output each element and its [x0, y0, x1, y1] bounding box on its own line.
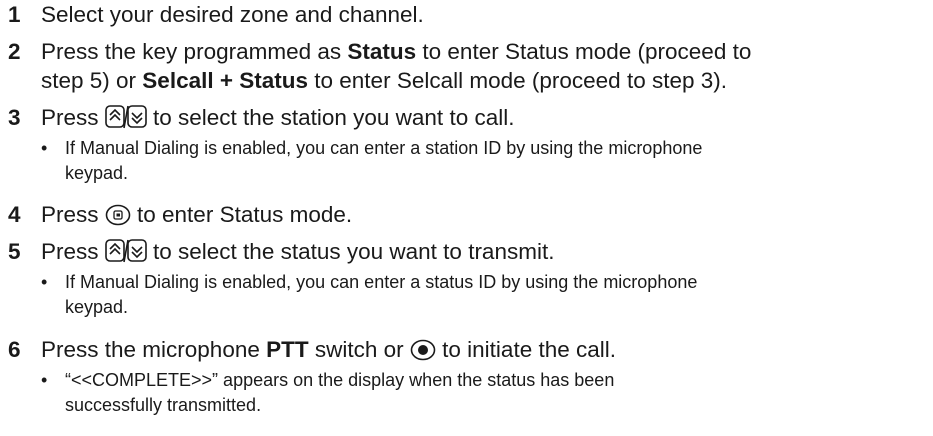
- step-number: 4: [8, 202, 21, 227]
- selcall-status-key-label: Selcall + Status: [142, 68, 309, 93]
- sub-line: If Manual Dialing is enabled, you can en…: [65, 272, 698, 292]
- enter-key-icon: [105, 204, 131, 233]
- bullet: •: [41, 272, 48, 292]
- step-text-part: to select the status you want to transmi…: [146, 239, 555, 264]
- step-text-part: Press the microphone: [41, 337, 267, 362]
- record-button-icon: [410, 339, 436, 368]
- step-text-part: step 5) or: [41, 68, 143, 93]
- step-number: 5: [8, 239, 21, 264]
- step-text: Press to enter Status mode.: [41, 200, 921, 233]
- sub-line: keypad.: [65, 297, 129, 317]
- status-key-label: Status: [347, 39, 417, 64]
- step-text-part: to select the station you want to call.: [146, 105, 515, 130]
- sub-bullet-text: If Manual Dialing is enabled, you can en…: [65, 270, 921, 320]
- sub-line: successfully transmitted.: [65, 395, 262, 415]
- ptt-label: PTT: [266, 337, 309, 362]
- step-number: 3: [8, 105, 21, 130]
- step-text: Select your desired zone and channel.: [41, 2, 424, 27]
- step-text: Press to select the station you want to …: [41, 103, 921, 136]
- step-text-part: switch or: [308, 337, 410, 362]
- step-text: Press to select the status you want to t…: [41, 237, 921, 270]
- sub-bullet-text: If Manual Dialing is enabled, you can en…: [65, 136, 921, 186]
- step-text-part: Press the key programmed as: [41, 39, 348, 64]
- up-down-arrow-keys-icon: [104, 105, 147, 136]
- step-text-part: Press: [41, 105, 105, 130]
- step-text: Press the microphone PTT switch or to in…: [41, 335, 921, 368]
- step-text-part: to enter Selcall mode (proceed to step 3…: [308, 68, 727, 93]
- step-text: Press the key programmed as Status to en…: [41, 37, 921, 95]
- sub-line: If Manual Dialing is enabled, you can en…: [65, 138, 703, 158]
- step-text-part: to initiate the call.: [435, 337, 617, 362]
- step-text-part: Press: [41, 239, 105, 264]
- sub-line: keypad.: [65, 163, 129, 183]
- up-down-arrow-keys-icon: [104, 239, 147, 270]
- bullet: •: [41, 138, 48, 158]
- sub-line: “<<COMPLETE>>” appears on the display wh…: [65, 370, 615, 390]
- step-text-part: Press: [41, 202, 105, 227]
- sub-bullet-text: “<<COMPLETE>>” appears on the display wh…: [65, 368, 921, 418]
- step-text-part: to enter Status mode.: [130, 202, 353, 227]
- step-number: 1: [8, 2, 21, 27]
- bullet: •: [41, 370, 48, 390]
- step-number: 6: [8, 337, 21, 362]
- manual-page: { "steps": [ {"num": "1", "before": "Sel…: [0, 0, 933, 436]
- step-number: 2: [8, 39, 21, 64]
- step-text-part: to enter Status mode (proceed to: [416, 39, 752, 64]
